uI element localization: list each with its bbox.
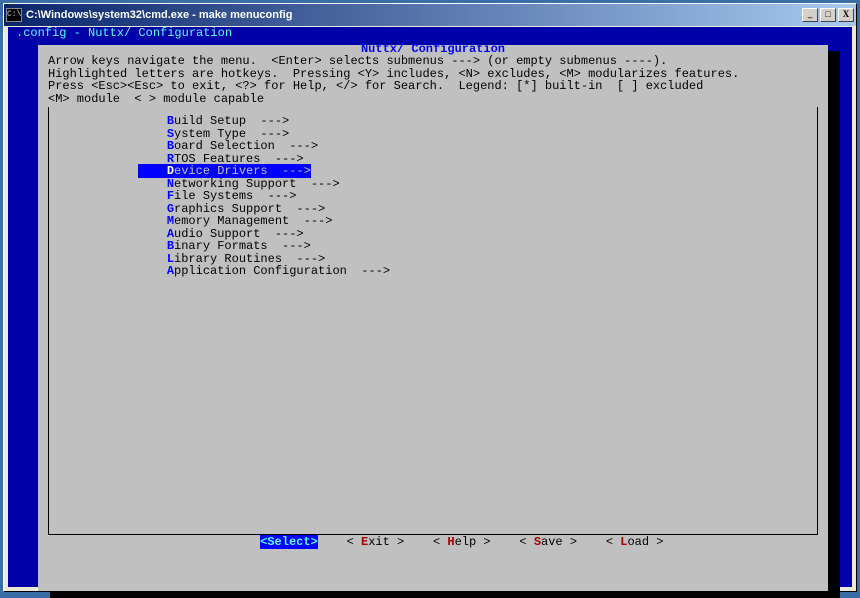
status-line: .config - Nuttx/ Configuration bbox=[16, 27, 232, 40]
close-button[interactable]: X bbox=[838, 8, 854, 22]
save-button[interactable]: Save bbox=[534, 535, 563, 549]
menuconfig-dialog: Nuttx/ Configuration Arrow keys navigate… bbox=[38, 45, 828, 591]
select-button[interactable]: <Select> bbox=[260, 535, 318, 549]
cmd-icon: C:\ bbox=[6, 8, 22, 22]
minimize-button[interactable]: _ bbox=[802, 8, 818, 22]
help-text: Arrow keys navigate the menu. <Enter> se… bbox=[48, 55, 739, 105]
button-row: <Select> < Exit > < Help > < Save > < Lo… bbox=[38, 524, 828, 562]
maximize-button[interactable]: □ bbox=[820, 8, 836, 22]
titlebar-buttons: _ □ X bbox=[802, 8, 854, 22]
titlebar-text: C:\Windows\system32\cmd.exe - make menuc… bbox=[26, 9, 802, 21]
help-button[interactable]: Help bbox=[447, 535, 476, 549]
exit-button[interactable]: Exit bbox=[361, 535, 390, 549]
menu-list: Build Setup ---> System Type ---> Board … bbox=[138, 115, 390, 278]
titlebar: C:\ C:\Windows\system32\cmd.exe - make m… bbox=[4, 4, 856, 26]
menu-item-12[interactable]: Application Configuration ---> bbox=[138, 265, 390, 278]
console-area: .config - Nuttx/ Configuration Nuttx/ Co… bbox=[8, 27, 852, 587]
cmd-window: C:\ C:\Windows\system32\cmd.exe - make m… bbox=[3, 3, 857, 592]
load-button[interactable]: Load bbox=[620, 535, 649, 549]
